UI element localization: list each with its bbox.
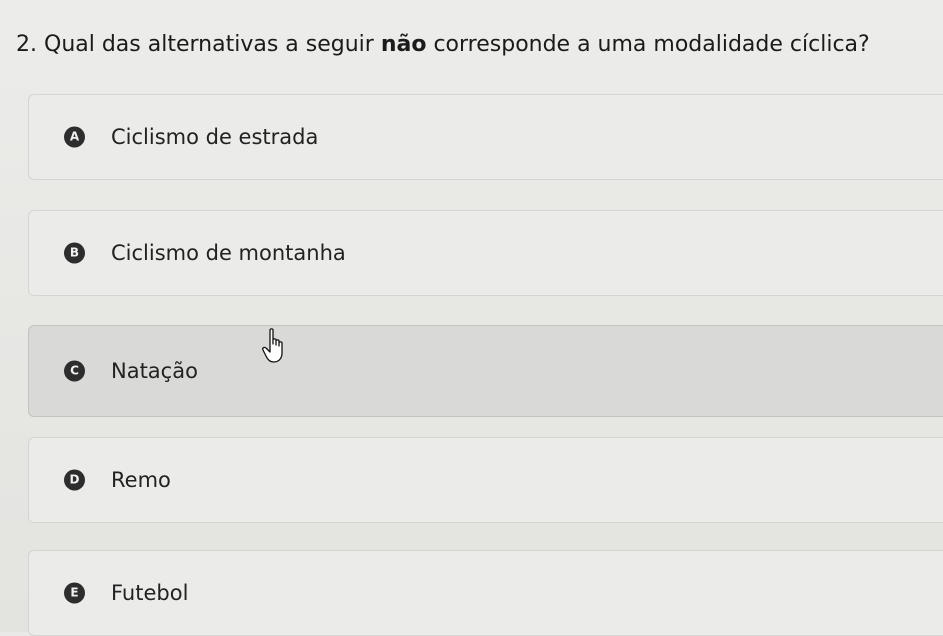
option-label: Ciclismo de estrada xyxy=(111,125,319,149)
option-c[interactable]: C Natação xyxy=(28,325,943,417)
option-label: Ciclismo de montanha xyxy=(111,241,346,265)
option-a[interactable]: A Ciclismo de estrada xyxy=(28,94,943,180)
quiz-screen: 2. Qual das alternativas a seguir não co… xyxy=(0,0,943,636)
option-letter-badge: D xyxy=(64,469,85,491)
option-letter-badge: B xyxy=(64,242,85,264)
option-label: Remo xyxy=(111,468,171,492)
question-text-after: corresponde a uma modalidade cíclica? xyxy=(433,32,870,57)
option-b[interactable]: B Ciclismo de montanha xyxy=(28,210,943,296)
option-letter-badge: A xyxy=(64,126,85,148)
option-d[interactable]: D Remo xyxy=(28,437,943,523)
question-emphasis: não xyxy=(380,32,427,57)
question-text-before: Qual das alternativas a seguir xyxy=(44,32,374,57)
option-e[interactable]: E Futebol xyxy=(28,550,943,636)
question-number: 2. xyxy=(16,32,37,57)
hand-pointer-icon xyxy=(262,328,283,363)
question-text: 2. Qual das alternativas a seguir não co… xyxy=(16,30,941,60)
option-label: Natação xyxy=(111,359,198,383)
option-label: Futebol xyxy=(111,581,189,605)
option-letter-badge: E xyxy=(64,582,85,604)
option-letter-badge: C xyxy=(64,360,85,382)
